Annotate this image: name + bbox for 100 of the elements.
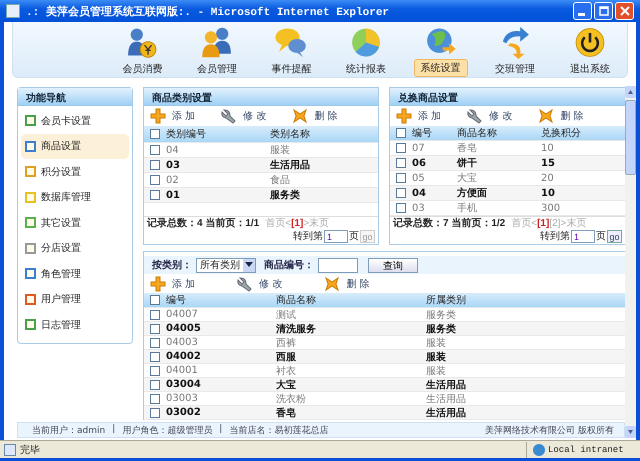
page-unit-label: 页: [596, 230, 606, 242]
row-checkbox[interactable]: [150, 175, 160, 185]
nav-tab[interactable]: 系统设置: [414, 59, 468, 77]
row-checkbox[interactable]: [150, 408, 160, 418]
table-cell: 20: [541, 172, 554, 184]
footer-text: |: [219, 424, 222, 436]
record-summary: 记录总数：4 当前页：1/1: [147, 218, 260, 230]
sidebar-item[interactable]: 数据库管理: [21, 184, 129, 210]
table-cell-text: 04007: [166, 309, 199, 320]
table-cell-text: 03004: [166, 379, 202, 390]
panel-title: 商品类别设置: [144, 88, 378, 106]
add-button[interactable]: 添 加: [150, 108, 196, 124]
vertical-scrollbar[interactable]: [625, 86, 636, 438]
row-checkbox[interactable]: [150, 190, 160, 200]
nav-tab[interactable]: 会员管理: [190, 61, 243, 77]
table-cell-text: 生活用品: [426, 392, 466, 406]
delete-button[interactable]: 删 除: [324, 276, 370, 292]
maximize-icon: [598, 6, 608, 16]
go-button[interactable]: go: [607, 230, 622, 243]
scroll-down-button[interactable]: [625, 426, 636, 438]
page-unit-label: 页: [349, 230, 359, 242]
delete-icon: [538, 108, 554, 124]
row-checkbox[interactable]: [396, 173, 406, 183]
table-cell-text: 手机: [457, 202, 478, 215]
page-link[interactable]: [1]: [291, 218, 304, 230]
row-checkbox[interactable]: [150, 352, 160, 362]
page-number-field[interactable]: 1: [571, 230, 595, 243]
page-link[interactable]: [1]: [537, 218, 550, 230]
row-checkbox[interactable]: [396, 203, 406, 213]
filter-label: 按类别：: [152, 258, 192, 272]
table-cell-text: 生活用品: [426, 406, 466, 420]
sidebar-item[interactable]: 日志管理: [21, 312, 129, 338]
product-code-field[interactable]: [318, 258, 358, 272]
row-checkbox[interactable]: [396, 158, 406, 168]
edit-button[interactable]: 修 改: [221, 108, 266, 124]
delete-button[interactable]: 删 除: [538, 108, 584, 124]
category-dropdown[interactable]: 所有类别: [196, 258, 256, 272]
table-cell: 15: [541, 158, 555, 168]
maximize-button[interactable]: [594, 2, 613, 20]
row-checkbox[interactable]: [150, 394, 160, 404]
nav-tab[interactable]: 统计报表: [340, 61, 392, 77]
scroll-thumb[interactable]: [625, 100, 636, 175]
row-checkbox[interactable]: [150, 145, 160, 155]
table-cell-text: 洗衣粉: [276, 392, 307, 406]
copyright-text: 美萍网络技术有限公司 版权所有: [485, 424, 614, 436]
table-cell-text: 03: [412, 202, 426, 214]
sidebar-item[interactable]: 积分设置: [21, 159, 129, 184]
search-button[interactable]: 查询: [368, 258, 418, 272]
nav-tab[interactable]: 退出系统: [564, 61, 616, 77]
window-title: .: 美萍会员管理系统互联网版:. - Microsoft Internet Explorer: [26, 4, 390, 18]
sidebar-item[interactable]: 会员卡设置: [21, 108, 129, 134]
column-header: 所属类别: [426, 294, 466, 307]
row-checkbox[interactable]: [396, 143, 406, 153]
column-header: 编号: [412, 126, 433, 140]
wrench-icon: [467, 108, 484, 124]
table-cell-text: 清洗服务: [276, 322, 317, 336]
delete-button[interactable]: 删 除: [292, 108, 338, 124]
row-checkbox[interactable]: [150, 338, 160, 348]
add-button[interactable]: 添 加: [396, 108, 442, 124]
scroll-up-button[interactable]: [625, 86, 636, 98]
page-number-field[interactable]: 1: [324, 230, 348, 243]
footer-text: |: [112, 424, 116, 436]
row-checkbox[interactable]: [150, 380, 160, 390]
footer-text: 当前店名：易初莲花总店: [229, 424, 328, 436]
select-all-checkbox[interactable]: [396, 128, 406, 138]
table-cell-text: 服装: [270, 144, 290, 157]
close-button[interactable]: [615, 2, 634, 20]
table-cell-text: 服装: [426, 350, 446, 364]
table-cell-text: 大宝: [276, 378, 297, 392]
row-checkbox[interactable]: [150, 366, 160, 376]
table-cell: 10: [541, 142, 554, 154]
minimize-button[interactable]: [573, 2, 592, 20]
table-cell-text: 04002: [166, 351, 202, 362]
table-cell-text: 03: [166, 160, 181, 170]
nav-tab[interactable]: 交班管理: [489, 61, 542, 77]
sidebar-item[interactable]: 其它设置: [21, 210, 129, 236]
plus-icon: [396, 108, 412, 124]
sidebar-item[interactable]: 用户管理: [21, 286, 129, 312]
row-checkbox[interactable]: [396, 188, 406, 198]
select-all-checkbox[interactable]: [150, 129, 160, 139]
table-cell-text: 生活用品: [270, 158, 310, 172]
nav-tab[interactable]: 事件提醒: [265, 61, 318, 77]
nav-tab[interactable]: 会员消费: [116, 61, 168, 77]
table-cell-text: 生活用品: [426, 378, 466, 392]
row-checkbox[interactable]: [150, 160, 160, 170]
row-checkbox[interactable]: [150, 310, 160, 320]
table-cell-text: 04005: [166, 323, 202, 334]
table-cell-text: 服务类: [426, 308, 456, 322]
row-checkbox[interactable]: [150, 324, 160, 334]
add-button[interactable]: 添 加: [150, 276, 196, 292]
edit-button[interactable]: 修 改: [237, 276, 282, 292]
sidebar-item[interactable]: 分店设置: [21, 236, 129, 261]
edit-button[interactable]: 修 改: [467, 108, 512, 124]
table-cell-text: 04001: [166, 365, 199, 376]
column-header: 兑换积分: [541, 126, 581, 140]
table-cell-text: 04: [412, 188, 427, 198]
table-cell-text: 02: [166, 174, 180, 186]
sidebar-item[interactable]: 商品设置: [21, 134, 129, 159]
select-all-checkbox[interactable]: [150, 295, 160, 305]
sidebar-item[interactable]: 角色管理: [21, 261, 129, 286]
